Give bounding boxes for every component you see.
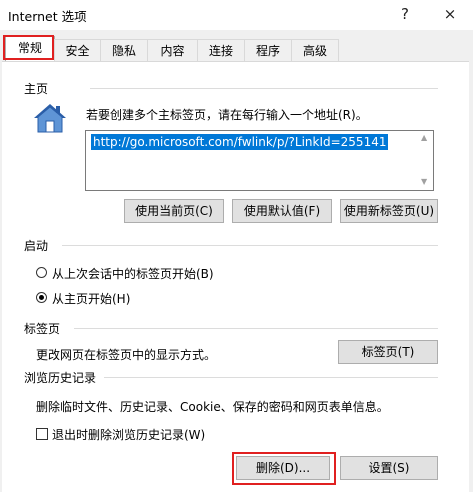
delete-on-exit-label[interactable]: 退出时删除浏览历史记录(W) bbox=[52, 426, 205, 443]
tabs-settings-button[interactable]: 标签页(T) bbox=[338, 340, 438, 364]
homepage-heading: 主页 bbox=[24, 82, 49, 96]
delete-on-exit-checkbox[interactable] bbox=[36, 428, 48, 440]
homepage-url-textarea[interactable]: http://go.microsoft.com/fwlink/p/?LinkId… bbox=[85, 130, 434, 191]
tab-connections[interactable]: 连接 bbox=[197, 39, 245, 62]
window-title: Internet 选项 bbox=[8, 9, 87, 24]
homepage-description: 若要创建多个主标签页，请在每行输入一个地址(R)。 bbox=[86, 108, 368, 122]
close-button[interactable]: × bbox=[435, 2, 465, 26]
tabs-heading: 标签页 bbox=[24, 322, 61, 336]
radio-homepage[interactable] bbox=[36, 292, 47, 303]
radio-homepage-label[interactable]: 从主页开始(H) bbox=[52, 290, 130, 307]
tabs-divider bbox=[74, 328, 438, 329]
delete-history-button[interactable]: 删除(D)... bbox=[236, 456, 330, 480]
scroll-up-icon[interactable]: ▲ bbox=[421, 133, 427, 142]
tab-content[interactable]: 内容 bbox=[147, 39, 198, 62]
tab-advanced[interactable]: 高级 bbox=[291, 39, 339, 62]
history-description: 删除临时文件、历史记录、Cookie、保存的密码和网页表单信息。 bbox=[36, 400, 389, 414]
startup-divider bbox=[62, 245, 438, 246]
history-settings-button[interactable]: 设置(S) bbox=[340, 456, 438, 480]
tab-security[interactable]: 安全 bbox=[54, 39, 101, 62]
radio-last-session[interactable] bbox=[36, 267, 47, 278]
scroll-down-icon[interactable]: ▼ bbox=[421, 177, 427, 186]
homepage-url-text: http://go.microsoft.com/fwlink/p/?LinkId… bbox=[91, 134, 389, 150]
url-scrollbar[interactable]: ▲ ▼ bbox=[418, 131, 433, 190]
house-icon bbox=[32, 102, 68, 134]
history-divider bbox=[104, 377, 438, 378]
homepage-divider bbox=[90, 88, 438, 89]
tab-privacy[interactable]: 隐私 bbox=[100, 39, 148, 62]
use-new-tab-button[interactable]: 使用新标签页(U) bbox=[340, 199, 438, 223]
tab-general[interactable]: 常规 bbox=[5, 36, 55, 62]
use-current-button[interactable]: 使用当前页(C) bbox=[124, 199, 224, 223]
tabs-description: 更改网页在标签页中的显示方式。 bbox=[36, 348, 217, 362]
history-heading: 浏览历史记录 bbox=[24, 371, 97, 385]
startup-heading: 启动 bbox=[24, 239, 49, 253]
use-default-button[interactable]: 使用默认值(F) bbox=[232, 199, 332, 223]
help-button[interactable]: ? bbox=[390, 2, 420, 26]
radio-last-session-label[interactable]: 从上次会话中的标签页开始(B) bbox=[52, 265, 214, 282]
tab-programs[interactable]: 程序 bbox=[244, 39, 292, 62]
